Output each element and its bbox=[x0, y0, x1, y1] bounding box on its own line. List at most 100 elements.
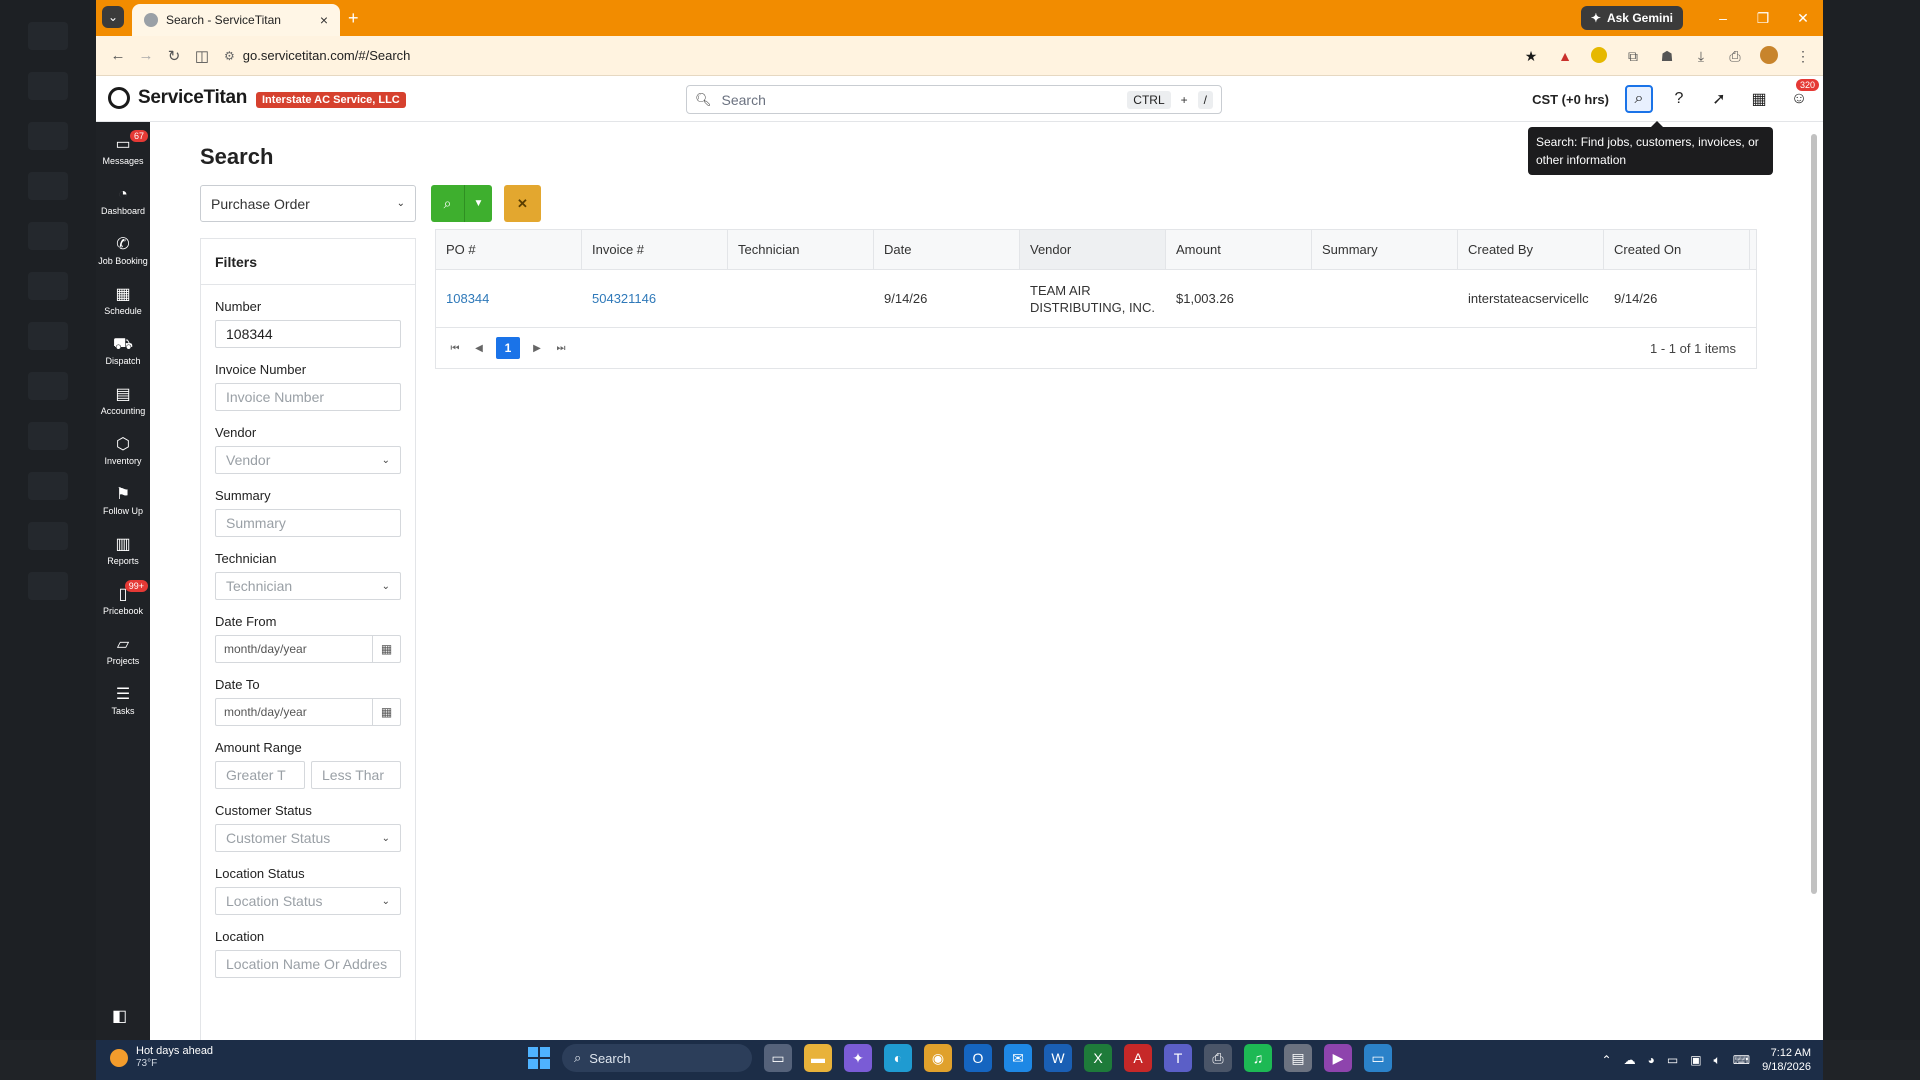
forward-icon[interactable]: → bbox=[132, 47, 160, 64]
keyboard-icon[interactable]: ⌨ bbox=[1733, 1053, 1750, 1067]
vpn-icon[interactable]: ◕ bbox=[1648, 1053, 1655, 1067]
invoice-number-input[interactable]: Invoice Number bbox=[215, 383, 401, 411]
acrobat-icon[interactable]: A bbox=[1124, 1044, 1152, 1072]
column-header-created-on[interactable]: Created On bbox=[1604, 230, 1750, 269]
next-page-icon[interactable]: ▶ bbox=[530, 343, 544, 354]
word-icon[interactable]: W bbox=[1044, 1044, 1072, 1072]
invoice-number-link[interactable]: 504321146 bbox=[582, 270, 728, 327]
number-input[interactable]: 108344 bbox=[215, 320, 401, 348]
folder-tray-icon[interactable]: ▭ bbox=[1667, 1053, 1678, 1067]
incognito-icon[interactable]: ☗ bbox=[1657, 48, 1677, 65]
edge-icon[interactable]: ◐ bbox=[884, 1044, 912, 1072]
page-scrollbar[interactable] bbox=[1811, 122, 1819, 1040]
taskbar-search[interactable]: ⌕ Search bbox=[562, 1044, 752, 1072]
task-view-icon[interactable]: ▭ bbox=[764, 1044, 792, 1072]
sidebar-item-inventory[interactable]: ⬡ Inventory bbox=[96, 426, 150, 476]
sidebar-collapse-icon[interactable]: ◧ bbox=[112, 1006, 127, 1026]
rocket-button[interactable]: ➚ bbox=[1705, 85, 1733, 113]
url-field[interactable]: ⚙ go.servicetitan.com/#/Search bbox=[224, 48, 410, 63]
chrome-icon[interactable]: ◉ bbox=[924, 1044, 952, 1072]
sidebar-item-dispatch[interactable]: ⛟ Dispatch bbox=[96, 326, 150, 376]
column-header-invoice[interactable]: Invoice # bbox=[582, 230, 728, 269]
sidebar-item-dashboard[interactable]: ◔ Dashboard bbox=[96, 176, 150, 226]
remote-desktop-icon[interactable]: ▭ bbox=[1364, 1044, 1392, 1072]
file-explorer-icon[interactable]: ▬ bbox=[804, 1044, 832, 1072]
column-header-amount[interactable]: Amount bbox=[1166, 230, 1312, 269]
sidebar-item-schedule[interactable]: ▦ Schedule bbox=[96, 276, 150, 326]
sidebar-item-pricebook[interactable]: ▯ Pricebook 99+ bbox=[96, 576, 150, 626]
calendar-icon[interactable]: ▦ bbox=[372, 636, 400, 662]
sidebar-item-follow-up[interactable]: ⚑ Follow Up bbox=[96, 476, 150, 526]
first-page-icon[interactable]: ⏮ bbox=[448, 343, 462, 354]
close-tab-icon[interactable]: × bbox=[320, 12, 328, 28]
date-from-input[interactable]: month/day/year ▦ bbox=[215, 635, 401, 663]
download-icon[interactable]: ⤓ bbox=[1691, 48, 1711, 65]
outlook-icon[interactable]: O bbox=[964, 1044, 992, 1072]
mail-icon[interactable]: ✉ bbox=[1004, 1044, 1032, 1072]
printer-app-icon[interactable]: ⎙ bbox=[1204, 1044, 1232, 1072]
minimize-icon[interactable]: – bbox=[1703, 0, 1743, 36]
marketplace-button[interactable]: ▦ bbox=[1745, 85, 1773, 113]
po-number-link[interactable]: 108344 bbox=[436, 270, 582, 327]
column-header-date[interactable]: Date bbox=[874, 230, 1020, 269]
column-header-technician[interactable]: Technician bbox=[728, 230, 874, 269]
clipchamp-icon[interactable]: ▶ bbox=[1324, 1044, 1352, 1072]
user-menu-button[interactable]: ☺ 320 bbox=[1785, 79, 1819, 113]
global-search-input[interactable]: 🔍︎ Search CTRL + / bbox=[686, 85, 1222, 114]
calendar-icon[interactable]: ▦ bbox=[372, 699, 400, 725]
ask-gemini-button[interactable]: ✦ Ask Gemini bbox=[1580, 6, 1683, 30]
site-info-icon[interactable]: ⚙ bbox=[224, 49, 235, 63]
location-status-select[interactable]: Location Status ⌄ bbox=[215, 887, 401, 915]
search-lookup-button[interactable]: ⌕ bbox=[1625, 85, 1653, 113]
column-header-created-by[interactable]: Created By bbox=[1458, 230, 1604, 269]
close-window-icon[interactable]: ✕ bbox=[1783, 0, 1823, 36]
summary-input[interactable]: Summary bbox=[215, 509, 401, 537]
previous-page-icon[interactable]: ◀ bbox=[472, 343, 486, 354]
customer-status-select[interactable]: Customer Status ⌄ bbox=[215, 824, 401, 852]
sidebar-item-accounting[interactable]: ▤ Accounting bbox=[96, 376, 150, 426]
bookmark-star-icon[interactable]: ★ bbox=[1521, 48, 1541, 65]
restore-icon[interactable]: ❐ bbox=[1743, 0, 1783, 36]
volume-icon[interactable]: 🔈︎ bbox=[1714, 1053, 1721, 1068]
last-page-icon[interactable]: ⏭ bbox=[554, 343, 568, 354]
extensions-icon[interactable]: ⧉ bbox=[1623, 48, 1643, 65]
print-icon[interactable]: ⎙ bbox=[1725, 48, 1745, 65]
servicetitan-logo[interactable]: ServiceTitan bbox=[108, 87, 247, 109]
help-button[interactable]: ? bbox=[1665, 85, 1693, 113]
back-icon[interactable]: ← bbox=[104, 47, 132, 64]
system-clock[interactable]: 7:12 AM 9/18/2026 bbox=[1762, 1046, 1811, 1074]
search-options-dropdown[interactable]: ▼ bbox=[465, 198, 492, 209]
sidebar-item-job-booking[interactable]: ✆ Job Booking bbox=[96, 226, 150, 276]
sidebar-item-projects[interactable]: ▱ Projects bbox=[96, 626, 150, 676]
tab-list-button[interactable]: ⌄ bbox=[102, 6, 124, 28]
tray-overflow-icon[interactable]: ⌃ bbox=[1602, 1053, 1612, 1067]
scrollbar-thumb[interactable] bbox=[1811, 134, 1817, 894]
spotify-icon[interactable]: ♫ bbox=[1244, 1044, 1272, 1072]
search-button[interactable]: ⌕ ▼ bbox=[431, 185, 492, 222]
notepad-icon[interactable]: ▤ bbox=[1284, 1044, 1312, 1072]
column-header-po[interactable]: PO # bbox=[436, 230, 582, 269]
windows-start-icon[interactable] bbox=[528, 1047, 550, 1069]
teams-icon[interactable]: T bbox=[1164, 1044, 1192, 1072]
sidebar-item-messages[interactable]: ▭ Messages 67 bbox=[96, 126, 150, 176]
sidebar-item-reports[interactable]: ▥ Reports bbox=[96, 526, 150, 576]
column-header-vendor[interactable]: Vendor bbox=[1020, 230, 1166, 269]
date-to-input[interactable]: month/day/year ▦ bbox=[215, 698, 401, 726]
extension-yellow-icon[interactable] bbox=[1589, 46, 1609, 66]
vendor-select[interactable]: Vendor ⌄ bbox=[215, 446, 401, 474]
page-button-current[interactable]: 1 bbox=[496, 337, 520, 359]
column-header-summary[interactable]: Summary bbox=[1312, 230, 1458, 269]
network-icon[interactable]: ▣ bbox=[1690, 1053, 1701, 1067]
amount-min-input[interactable]: Greater T bbox=[215, 761, 305, 789]
browser-tab[interactable]: Search - ServiceTitan × bbox=[132, 4, 340, 36]
weather-widget[interactable]: Hot days ahead 73°F bbox=[110, 1045, 213, 1070]
search-type-select[interactable]: Purchase Order ⌄ bbox=[200, 185, 416, 222]
profile-avatar[interactable] bbox=[1759, 45, 1779, 67]
sidebar-item-tasks[interactable]: ☰ Tasks bbox=[96, 676, 150, 726]
location-input[interactable]: Location Name Or Addres bbox=[215, 950, 401, 978]
new-tab-button[interactable]: + bbox=[348, 8, 359, 29]
technician-select[interactable]: Technician ⌄ bbox=[215, 572, 401, 600]
browser-menu-icon[interactable]: ⋮ bbox=[1793, 48, 1813, 65]
amount-max-input[interactable]: Less Thar bbox=[311, 761, 401, 789]
clear-button[interactable]: ✕ bbox=[504, 185, 541, 222]
